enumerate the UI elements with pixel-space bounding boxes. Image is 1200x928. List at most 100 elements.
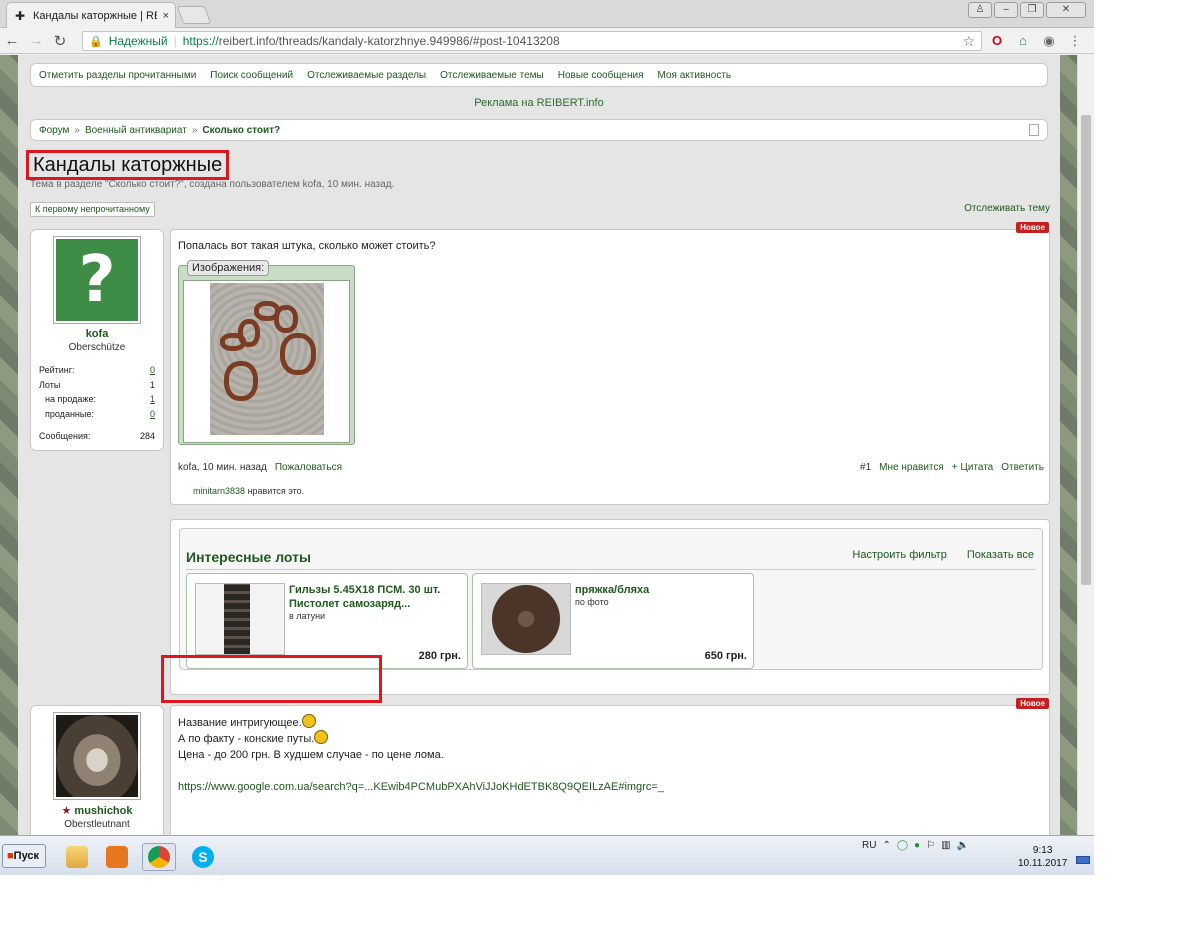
stat-label: Сообщения: <box>39 431 91 442</box>
user-info-mushichok: ★ mushichok Oberstleutnant <box>30 705 164 835</box>
back-arrow-icon[interactable]: ← <box>0 32 24 49</box>
post-author-time[interactable]: kofa, 10 мин. назад <box>178 462 267 473</box>
stat-on-sale[interactable]: 1 <box>150 394 155 404</box>
like-link[interactable]: Мне нравится <box>879 462 944 473</box>
windows-logo-icon: ■ <box>7 850 14 862</box>
default-avatar-icon: ? <box>56 239 138 321</box>
quote-link[interactable]: + Цитата <box>952 462 993 473</box>
post-body: Новое Попалась вот такая штука, сколько … <box>170 222 1050 505</box>
tray-app-icon[interactable]: ◯ <box>897 840 908 851</box>
user-stats: Рейтинг: 0 Лоты 1 на продаже: 1 проданные: 0… <box>39 363 155 444</box>
document-icon[interactable] <box>1029 124 1039 136</box>
address-separator: | <box>173 34 177 48</box>
user-profile-icon[interactable]: ♙ <box>968 2 992 18</box>
start-button[interactable]: ■Пуск <box>2 844 46 868</box>
shield-extension-icon[interactable]: ◉ <box>1040 32 1058 50</box>
page-viewport: Отметить разделы прочитанными Поиск сооб… <box>0 55 1094 835</box>
rank-star-icon: ★ <box>61 805 72 817</box>
breadcrumb-separator: » <box>74 124 80 136</box>
breadcrumb-forum[interactable]: Форум <box>39 125 69 136</box>
attachment-thumbnail[interactable] <box>183 280 350 443</box>
avatar[interactable]: ? <box>53 236 141 324</box>
secure-label: Надежный <box>108 34 168 48</box>
language-indicator[interactable]: RU <box>862 840 876 851</box>
configure-filter-link[interactable]: Настроить фильтр <box>852 549 946 561</box>
address-bar[interactable]: 🔒 Надежный | https://reibert.info/thread… <box>82 31 982 51</box>
lot-price: 650 грн. <box>704 650 747 662</box>
first-unread-button[interactable]: К первому непрочитанному <box>30 202 155 217</box>
breadcrumb-current[interactable]: Сколько стоит? <box>202 125 280 136</box>
new-badge: Новое <box>1016 698 1049 709</box>
lot-subtitle: по фото <box>575 597 609 607</box>
reply-link[interactable]: Ответить <box>1001 462 1044 473</box>
avatar[interactable] <box>53 712 141 800</box>
nav-watched-forums[interactable]: Отслеживаемые разделы <box>307 70 426 81</box>
media-player-icon <box>106 846 128 868</box>
stat-spacer <box>39 421 155 429</box>
user-info-kofa: ? kofa Oberschütze Рейтинг: 0 Лоты 1 на пр… <box>30 229 164 451</box>
tab-strip: ✚ Кандалы каторжные | REI × ♙ – ❐ ✕ <box>0 0 1094 28</box>
post-number[interactable]: #1 <box>860 462 871 473</box>
bookmark-star-icon[interactable]: ☆ <box>962 33 975 50</box>
flag-icon[interactable]: ⚐ <box>926 840 935 851</box>
scrollbar-thumb[interactable] <box>1081 115 1091 585</box>
taskbar-chrome[interactable] <box>142 843 176 871</box>
likes-text: нравится это. <box>245 486 305 496</box>
post-text: Название интригующее. А по факту - конск… <box>178 714 1049 795</box>
clock[interactable]: 9:13 10.11.2017 <box>1018 844 1067 870</box>
forward-arrow-icon[interactable]: → <box>24 32 48 49</box>
new-tab-button[interactable] <box>176 6 212 24</box>
opera-extension-icon[interactable]: O <box>988 32 1006 50</box>
username[interactable]: ★ mushichok <box>31 804 163 817</box>
lot-card[interactable]: пряжка/бляха по фото 650 грн. <box>472 573 754 669</box>
stat-lots: 1 <box>149 379 155 390</box>
stat-rating[interactable]: 0 <box>150 365 155 375</box>
user-rank: Oberschütze <box>68 342 126 353</box>
maximize-button[interactable]: ❐ <box>1020 2 1044 18</box>
attachments-label: Изображения: <box>187 260 270 276</box>
tray-app-icon[interactable]: ● <box>914 840 920 851</box>
show-desktop-button[interactable] <box>1076 856 1090 864</box>
clock-date: 10.11.2017 <box>1018 858 1068 869</box>
stat-messages: 284 <box>139 431 155 442</box>
watch-thread-link[interactable]: Отслеживать тему <box>964 203 1050 214</box>
stat-label: проданные: <box>45 408 94 419</box>
nav-mark-read[interactable]: Отметить разделы прочитанными <box>39 70 196 81</box>
lots-panel: Интересные лоты Настроить фильтр Показат… <box>179 528 1043 670</box>
menu-dots-icon[interactable]: ⋮ <box>1066 32 1084 50</box>
ad-link[interactable]: Реклама на REIBERT.info <box>18 97 1060 109</box>
username[interactable]: kofa <box>31 328 163 340</box>
browser-tab[interactable]: ✚ Кандалы каторжные | REI × <box>6 2 176 28</box>
taskbar: ■Пуск S RU ⌃ ◯ ● ⚐ ▥ 🔈 9:13 10.11.2017 <box>0 835 1094 875</box>
lot-title[interactable]: пряжка/бляха <box>575 583 747 597</box>
taskbar-explorer[interactable] <box>60 843 94 871</box>
stat-label: Рейтинг: <box>39 365 75 376</box>
google-search-link[interactable]: https://www.google.com.ua/search?q=...KE… <box>178 779 1049 795</box>
stat-label: на продаже: <box>45 394 96 405</box>
post-line: А по факту - конские путы. <box>178 733 315 745</box>
volume-icon[interactable]: 🔈 <box>957 840 969 851</box>
home-extension-icon[interactable]: ⌂ <box>1014 32 1032 50</box>
liker-link[interactable]: minitarn3838 <box>193 486 245 496</box>
tray-expand-icon[interactable]: ⌃ <box>882 840 890 851</box>
show-all-link[interactable]: Показать все <box>967 549 1034 561</box>
close-window-button[interactable]: ✕ <box>1046 2 1086 18</box>
breadcrumb-military-antiques[interactable]: Военный антиквариат <box>85 125 187 136</box>
taskbar-skype[interactable]: S <box>186 843 220 871</box>
stat-label: Лоты <box>39 379 61 390</box>
forum-subnav: Отметить разделы прочитанными Поиск сооб… <box>30 63 1048 87</box>
lot-title[interactable]: Гильзы 5.45Х18 ПСМ. 30 шт. Пистолет само… <box>289 583 461 611</box>
taskbar-media[interactable] <box>100 843 134 871</box>
nav-my-activity[interactable]: Моя активность <box>658 70 732 81</box>
stat-sold[interactable]: 0 <box>150 409 155 419</box>
network-icon[interactable]: ▥ <box>941 840 950 851</box>
reload-icon[interactable]: ↻ <box>48 32 72 50</box>
scrollbar[interactable] <box>1077 55 1094 835</box>
tab-close-icon[interactable]: × <box>163 10 169 22</box>
browser-toolbar: ← → ↻ 🔒 Надежный | https://reibert.info/… <box>0 28 1094 54</box>
report-link[interactable]: Пожаловаться <box>275 462 342 473</box>
nav-watched-threads[interactable]: Отслеживаемые темы <box>440 70 544 81</box>
nav-search-messages[interactable]: Поиск сообщений <box>210 70 293 81</box>
nav-new-posts[interactable]: Новые сообщения <box>558 70 644 81</box>
minimize-button[interactable]: – <box>994 2 1018 18</box>
